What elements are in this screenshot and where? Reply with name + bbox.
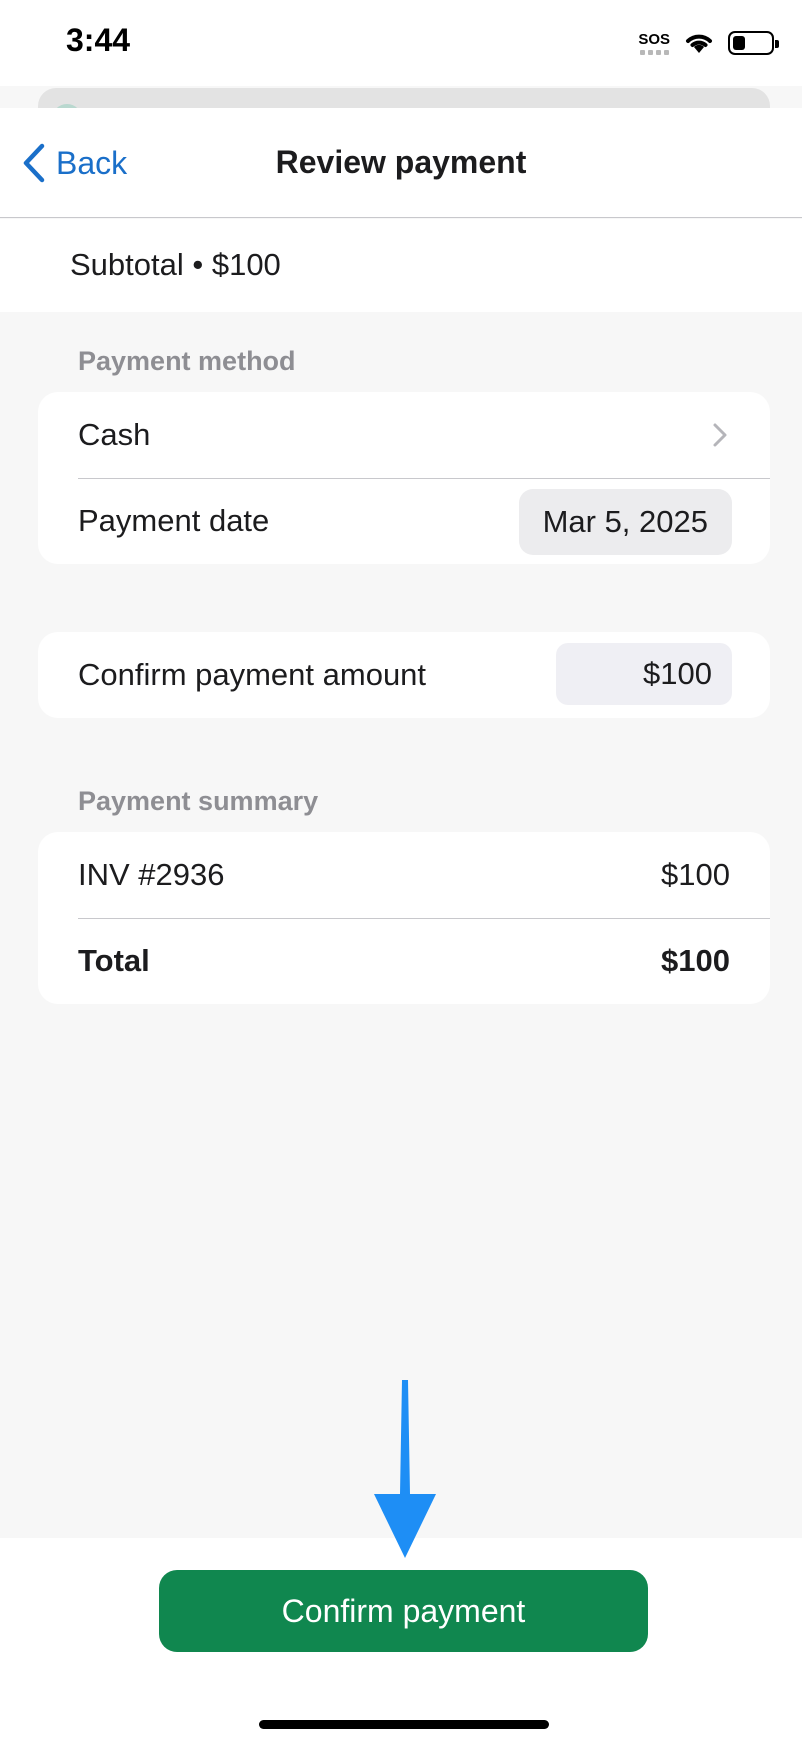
chevron-right-icon — [713, 423, 727, 447]
confirm-payment-button[interactable]: Confirm payment — [159, 1570, 648, 1652]
sos-label: SOS — [638, 30, 670, 48]
sos-icon: SOS — [638, 30, 670, 55]
payment-method-value: Cash — [78, 417, 151, 452]
payment-date-picker[interactable]: Mar 5, 2025 — [518, 489, 732, 555]
total-label: Total — [78, 943, 150, 978]
payment-summary-header: Payment summary — [78, 786, 319, 816]
payment-method-row[interactable]: Cash — [38, 392, 770, 478]
confirm-amount-row: Confirm payment amount $100 — [38, 632, 770, 718]
page-title: Review payment — [275, 144, 527, 180]
row-divider — [78, 918, 770, 919]
battery-icon — [728, 31, 779, 55]
status-time: 3:44 — [66, 22, 131, 58]
summary-row-total: Total $100 — [38, 918, 770, 1004]
subtotal-text: Subtotal • $100 — [70, 247, 281, 282]
invoice-amount: $100 — [661, 857, 730, 892]
status-bar: 3:44 SOS — [0, 0, 802, 86]
review-payment-screen: 3:44 SOS Back Review payment Subtotal • … — [0, 0, 802, 1744]
subtotal-bar: Subtotal • $100 — [0, 219, 802, 312]
total-amount: $100 — [661, 943, 730, 978]
payment-summary-card: INV #2936 $100 Total $100 — [38, 832, 770, 1004]
summary-row-invoice: INV #2936 $100 — [38, 832, 770, 918]
confirm-amount-card: Confirm payment amount $100 — [38, 632, 770, 718]
home-indicator — [259, 1720, 549, 1729]
signal-dots — [639, 49, 669, 55]
payment-method-card: Cash Payment date Mar 5, 2025 — [38, 392, 770, 564]
navigation-bar: Back Review payment — [0, 108, 802, 218]
payment-method-header: Payment method — [78, 346, 296, 376]
row-divider — [78, 478, 770, 479]
payment-amount-input[interactable]: $100 — [556, 643, 732, 705]
invoice-label: INV #2936 — [78, 857, 225, 892]
bottom-action-bar: Confirm payment — [0, 1538, 802, 1744]
wifi-icon — [686, 34, 712, 53]
payment-date-row: Payment date Mar 5, 2025 — [38, 478, 770, 564]
arrow-down-icon — [374, 1380, 436, 1558]
status-icons: SOS — [638, 26, 779, 60]
